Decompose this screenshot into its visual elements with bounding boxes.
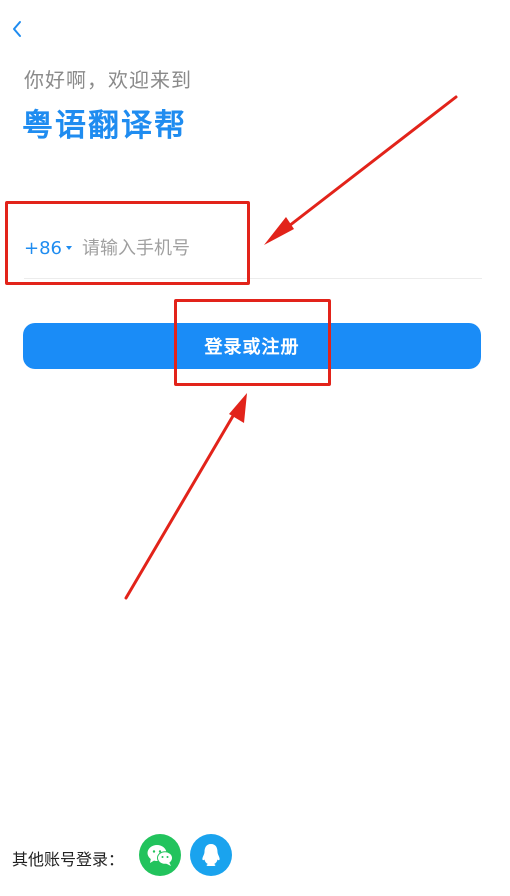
qq-icon [202, 844, 220, 866]
chevron-left-icon [13, 21, 21, 37]
annotation-arrow-to-login [124, 393, 247, 600]
wechat-login-button[interactable] [139, 834, 181, 876]
wechat-icon [147, 845, 173, 866]
other-login-section: 其他账号登录： [0, 834, 510, 878]
annotation-box-login [174, 299, 331, 386]
back-button[interactable] [4, 14, 30, 44]
qq-login-button[interactable] [190, 834, 232, 876]
other-login-label: 其他账号登录： [12, 850, 125, 869]
app-name-title: 粤语翻译帮 [22, 108, 187, 144]
annotation-box-phone [5, 201, 250, 285]
greeting-text: 你好啊，欢迎来到 [24, 68, 192, 92]
